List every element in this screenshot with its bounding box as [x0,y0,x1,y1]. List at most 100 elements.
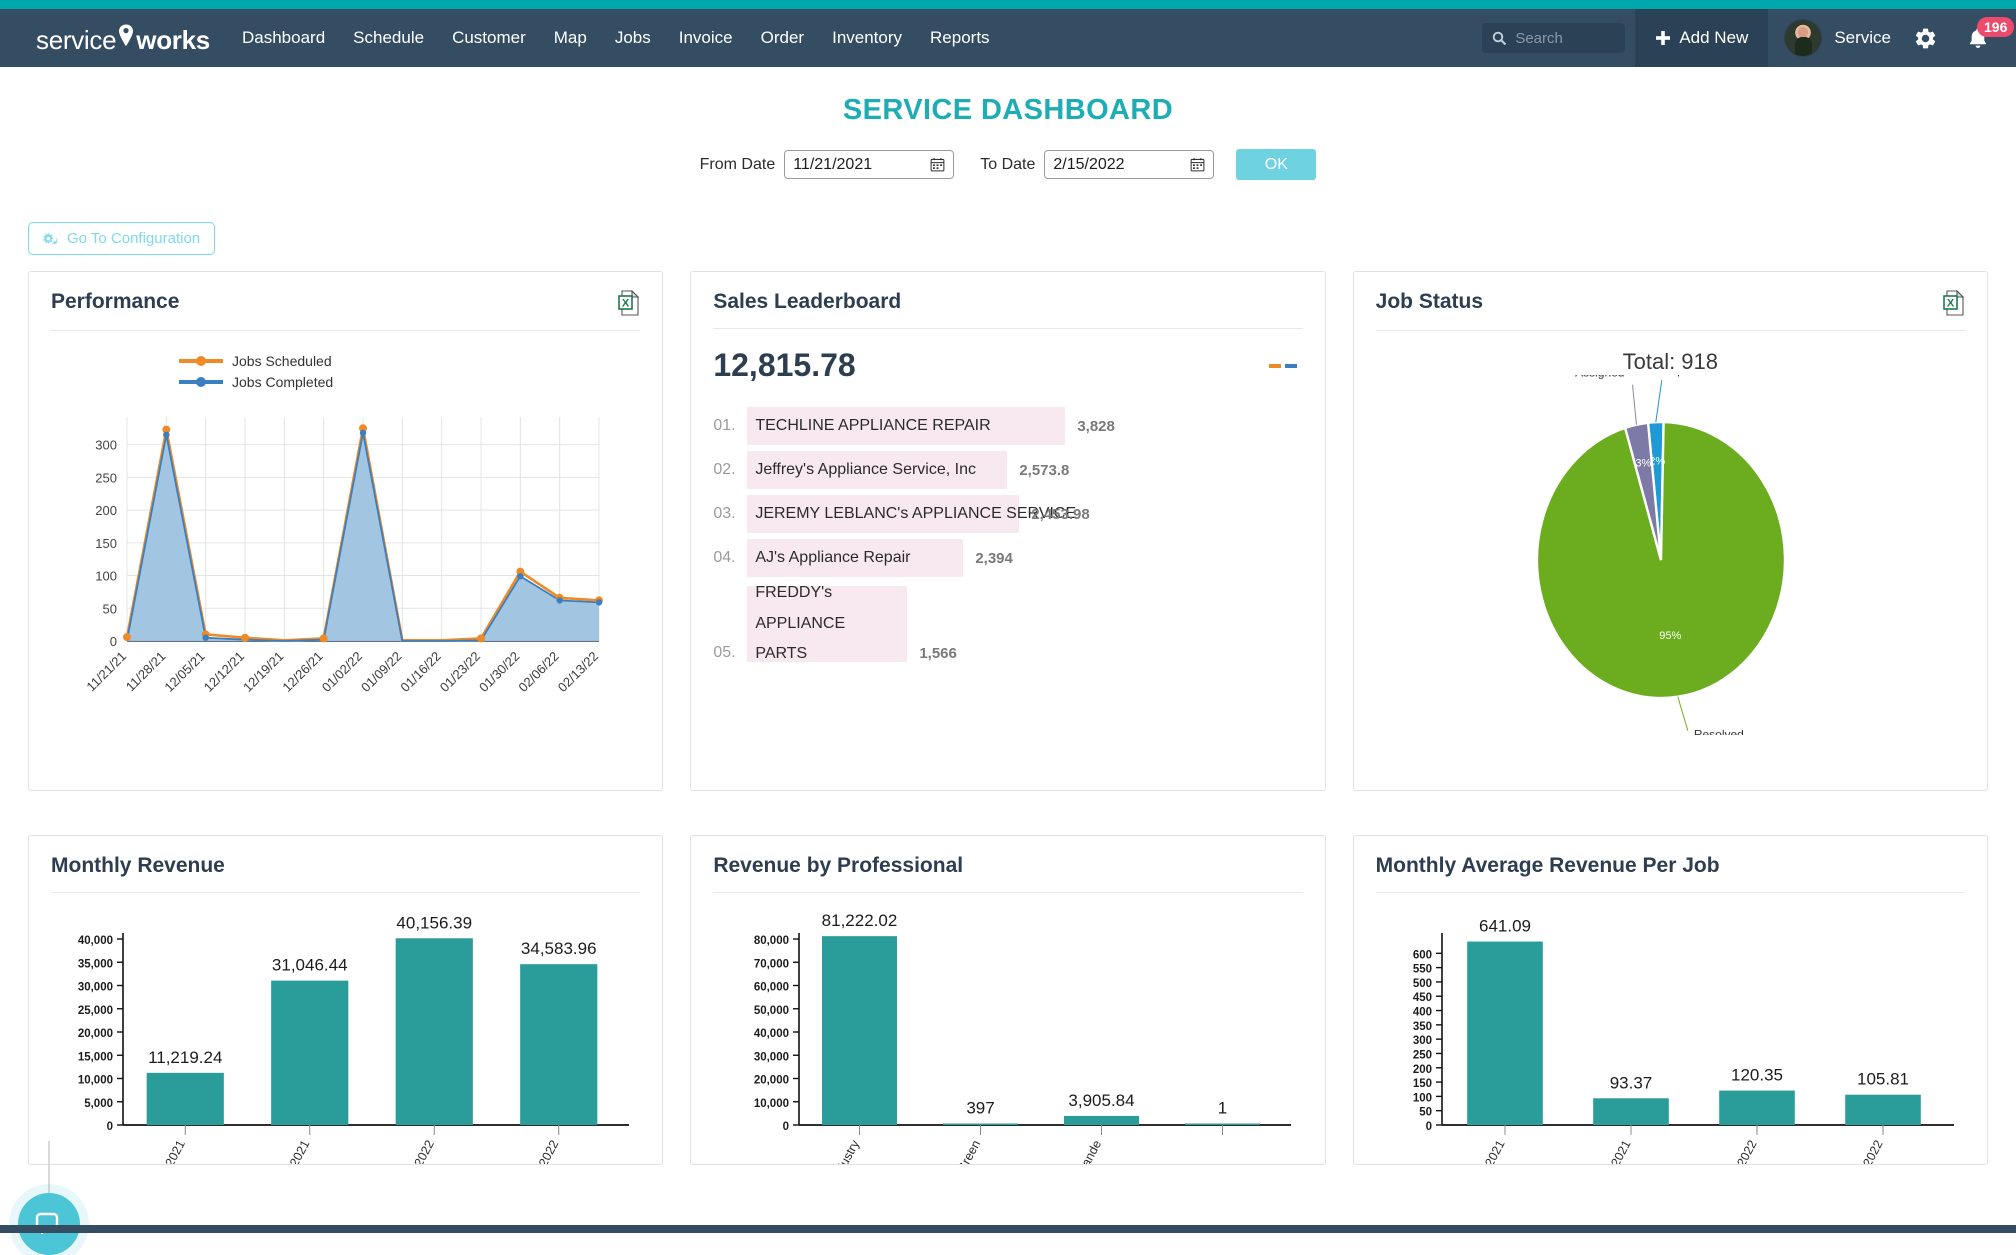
chat-widget-tail [48,1141,50,1193]
leaderboard-name-bar: FREDDY's APPLIANCE PARTS [747,584,908,662]
svg-text:12/19/21: 12/19/21 [240,649,286,695]
revenue-by-professional-bar-chart: 0 10,000 20,000 30,000 40,000 50,000 60,000 70,… [754,911,1292,1164]
notifications-bell[interactable]: 196 [1966,16,2015,51]
svg-text:40,000: 40,000 [78,935,113,947]
bar-category-label: November, 2021 [1452,1138,1507,1165]
excel-export-icon[interactable]: X [618,290,640,316]
svg-text:30,000: 30,000 [754,1051,789,1063]
main-nav: Dashboard Schedule Customer Map Jobs Inv… [228,22,1004,54]
leaderboard-rank: 05. [713,644,736,661]
svg-text:400: 400 [1412,1007,1431,1019]
bar[interactable] [271,980,349,1125]
svg-text:250: 250 [95,470,117,485]
bar-data-label: 3,905.84 [1069,1091,1135,1110]
legend-item-jobs-scheduled: Jobs Scheduled [179,353,640,369]
svg-text:02/06/22: 02/06/22 [515,649,561,695]
bar[interactable] [1064,1115,1140,1125]
svg-text:0: 0 [107,1121,113,1133]
svg-text:95%: 95% [1659,630,1681,642]
bar-data-label: 34,583.96 [521,939,597,958]
svg-text:01/02/22: 01/02/22 [319,649,365,695]
monthly-revenue-chart-body: 0 5,000 10,000 15,000 20,000 25,000 30,000 35,0… [51,893,640,1165]
monthly-revenue-card: Monthly Revenue 0 5,000 10,000 15,000 20,000… [28,835,664,1165]
svg-text:01/16/22: 01/16/22 [397,649,443,695]
chat-widget-button[interactable] [18,1193,80,1255]
nav-item-order[interactable]: Order [747,22,818,54]
leaderboard-rank: 04. [713,549,736,566]
performance-card-title: Performance [51,290,180,313]
performance-area-chart: 0 50 100 150 200 250 300 11/21/2111/28/2112/05/… [83,417,603,695]
svg-text:0: 0 [110,634,117,649]
gear-icon[interactable] [1913,26,1938,51]
bar[interactable] [1185,1123,1261,1126]
nav-item-reports[interactable]: Reports [916,22,1004,54]
svg-text:300: 300 [95,438,117,453]
performance-card: Performance X Jobs Scheduled Jobs Comple… [28,271,664,791]
bar[interactable] [943,1123,1019,1126]
map-pin-icon [116,21,136,49]
leaderboard-value: 3,828 [1077,417,1115,435]
brand-name-bold: works [136,24,210,55]
nav-item-customer[interactable]: Customer [438,22,540,54]
bar-category-label: February, 2022 [1834,1138,1886,1165]
go-to-configuration-button[interactable]: Go To Configuration [28,222,216,255]
nav-item-invoice[interactable]: Invoice [665,22,747,54]
leaderboard-row[interactable]: 04. AJ's Appliance Repair 2,394 [713,538,1302,578]
leaderboard-row[interactable]: 01. TECHLINE APPLIANCE REPAIR 3,828 [713,406,1302,446]
svg-text:200: 200 [95,503,117,518]
monthly-revenue-card-title: Monthly Revenue [51,854,225,877]
svg-text:600: 600 [1412,949,1431,961]
svg-text:10,000: 10,000 [78,1075,113,1087]
from-date-input[interactable]: 11/21/2021 [784,150,955,179]
dashboard-row-2: Monthly Revenue 0 5,000 10,000 15,000 20,000… [0,819,2016,1165]
bar[interactable] [1592,1098,1669,1125]
leaderboard-name-bar: Jeffrey's Appliance Service, Inc [747,451,1008,489]
add-new-button[interactable]: Add New [1635,9,1769,67]
svg-text:01/30/22: 01/30/22 [476,649,522,695]
svg-text:80,000: 80,000 [754,935,789,947]
leaderboard-row[interactable]: 02. Jeffrey's Appliance Service, Inc 2,573… [713,450,1302,490]
calendar-icon[interactable] [930,157,945,172]
leaderboard-total-value: 12,815.78 [713,347,856,383]
svg-text:100: 100 [1412,1092,1431,1104]
leaderboard-name-bar: JEREMY LEBLANC's APPLIANCE SERVICE [747,495,1076,533]
bar[interactable] [1466,941,1543,1125]
nav-item-schedule[interactable]: Schedule [339,22,438,54]
job-status-card: Job Status X Total: 918 2% 95% 3% Assigned O… [1352,271,1988,791]
svg-text:02/13/22: 02/13/22 [555,649,601,695]
bar[interactable] [1718,1090,1795,1125]
bar[interactable] [520,964,598,1125]
bar[interactable] [822,936,898,1125]
revenue-by-professional-card-title: Revenue by Professional [713,854,964,877]
nav-item-inventory[interactable]: Inventory [818,22,916,54]
user-name[interactable]: Service [1834,28,1891,48]
excel-export-icon[interactable]: X [1943,290,1965,316]
leaderboard-row[interactable]: 05. FREDDY's APPLIANCE PARTS 1,566 [713,582,1302,662]
svg-text:300: 300 [1412,1035,1431,1047]
avatar[interactable] [1784,19,1823,57]
monthly-avg-revenue-card: Monthly Average Revenue Per Job 0 50 100 15… [1352,835,1988,1165]
bar[interactable] [146,1072,224,1125]
svg-text:50: 50 [103,601,117,616]
leaderboard-value: 2,573.8 [1019,461,1070,479]
search-input[interactable]: Search [1482,23,1626,53]
to-date-input[interactable]: 2/15/2022 [1044,150,1215,179]
brand-name-thin: service [36,24,117,55]
bar-data-label: 641.09 [1479,917,1531,936]
svg-text:5,000: 5,000 [84,1098,113,1110]
calendar-icon[interactable] [1190,157,1205,172]
nav-item-map[interactable]: Map [540,22,601,54]
svg-text:20,000: 20,000 [754,1075,789,1087]
ok-button[interactable]: OK [1236,149,1317,180]
bar[interactable] [1844,1094,1921,1125]
nav-item-jobs[interactable]: Jobs [601,22,665,54]
bar-category-label: January, 2022 [1710,1138,1759,1165]
go-to-configuration-label: Go To Configuration [67,230,201,247]
bar-category-label: November, 2021 [132,1138,187,1165]
bar[interactable] [395,938,473,1125]
leaderboard-value: 2,394 [975,549,1013,567]
monthly-avg-revenue-bar-chart: 0 50 100 150 200 250 300 350 400 450 500 550 600 641.… [1412,917,1954,1165]
brand-logo[interactable]: service works [0,21,210,56]
leaderboard-row[interactable]: 03. JEREMY LEBLANC's APPLIANCE SERVICE 2,4… [713,494,1302,534]
nav-item-dashboard[interactable]: Dashboard [228,22,339,54]
